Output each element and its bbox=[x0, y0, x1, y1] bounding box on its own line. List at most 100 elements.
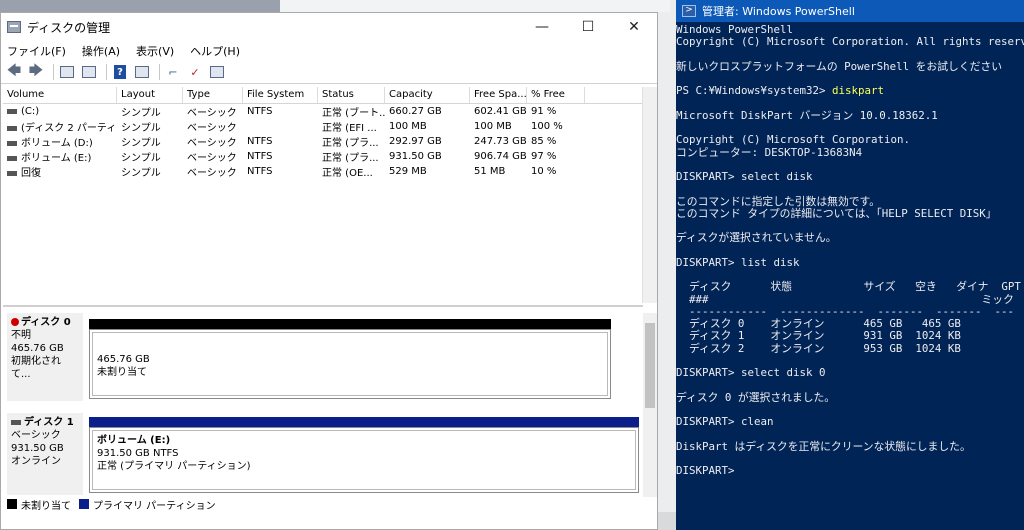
console-line: このコマンドに指定した引数は無効です。 bbox=[676, 194, 881, 208]
console-line: Copyright (C) Microsoft Corporation. bbox=[676, 133, 911, 147]
toolbar-separator bbox=[53, 64, 54, 80]
volume-row[interactable]: (ディスク 2 パーティシ... シンプル ベーシック 正常 (EFI ... … bbox=[3, 119, 643, 134]
volume-status: 正常 (プラ... bbox=[322, 153, 379, 164]
disk-1-partition-inner: ボリューム (E:) 931.50 GB NTFS 正常 (プライマリ パーティ… bbox=[92, 430, 636, 490]
checklist-icon[interactable]: ✓ bbox=[186, 64, 204, 80]
disk-0-partition[interactable]: 465.76 GB 未割り当て bbox=[89, 329, 611, 399]
menu-view[interactable]: 表示(V) bbox=[136, 43, 174, 59]
minimize-button[interactable]: — bbox=[519, 13, 565, 41]
toolbar-separator bbox=[159, 64, 160, 80]
column-free-space[interactable]: Free Spa... bbox=[470, 87, 527, 103]
volume-row[interactable]: 回復 シンプル ベーシック NTFS 正常 (OE... 529 MB 51 M… bbox=[3, 164, 643, 179]
volume-list-header: Volume Layout Type File System Status Ca… bbox=[3, 87, 643, 104]
forward-arrow-icon[interactable]: 🡆 bbox=[27, 63, 45, 80]
volume-layout: シンプル bbox=[121, 138, 161, 149]
console-tree-icon[interactable] bbox=[58, 64, 76, 80]
console-line: ディスク 状態 サイズ 空き ダイナ GPT bbox=[676, 280, 1021, 294]
console-line: DISKPART> select disk bbox=[676, 170, 813, 183]
volume-status: 正常 (ブート... bbox=[322, 108, 385, 119]
volume-type: ベーシック bbox=[187, 138, 237, 149]
menu-action[interactable]: 操作(A) bbox=[82, 43, 120, 59]
column-layout[interactable]: Layout bbox=[117, 87, 183, 103]
disk-0-partition-size: 465.76 GB bbox=[97, 354, 150, 365]
column-percent-free[interactable]: % Free bbox=[527, 87, 585, 103]
volume-row[interactable]: ボリューム (E:) シンプル ベーシック NTFS 正常 (プラ... 931… bbox=[3, 149, 643, 164]
volume-icon bbox=[7, 170, 17, 176]
legend-unallocated: 未割り当て bbox=[21, 500, 71, 512]
volume-layout: シンプル bbox=[121, 123, 161, 134]
console-line: このコマンド タイプの詳細については、「HELP SELECT DISK」 bbox=[676, 206, 997, 220]
volume-fs: NTFS bbox=[247, 151, 273, 162]
disk-1-state: オンライン bbox=[11, 456, 61, 467]
disk-1-partition-size: 931.50 GB NTFS bbox=[97, 448, 179, 459]
volume-capacity: 292.97 GB bbox=[389, 136, 442, 147]
disk-management-window: ディスクの管理 — ☐ ✕ ファイル(F) 操作(A) 表示(V) ヘルプ(H)… bbox=[0, 12, 658, 530]
volume-type: ベーシック bbox=[187, 168, 237, 179]
volume-capacity: 660.27 GB bbox=[389, 106, 442, 117]
console-line: 新しいクロスプラットフォームの PowerShell をお試しください bbox=[676, 59, 1003, 73]
powershell-title-bar: > 管理者: Windows PowerShell bbox=[676, 0, 1024, 22]
column-type[interactable]: Type bbox=[183, 87, 243, 103]
toolbar: 🡄 🡆 ? ⌐ ✓ bbox=[1, 61, 657, 84]
column-volume[interactable]: Volume bbox=[3, 87, 117, 103]
menu-file[interactable]: ファイル(F) bbox=[7, 43, 66, 59]
volume-type: ベーシック bbox=[187, 123, 237, 134]
back-arrow-icon[interactable]: 🡄 bbox=[5, 63, 23, 80]
scrollbar-thumb[interactable] bbox=[645, 323, 655, 408]
volume-list: Volume Layout Type File System Status Ca… bbox=[3, 87, 643, 179]
menu-bar: ファイル(F) 操作(A) 表示(V) ヘルプ(H) bbox=[1, 41, 657, 61]
console-line: DISKPART> select disk 0 bbox=[676, 366, 826, 379]
close-button[interactable]: ✕ bbox=[611, 13, 657, 41]
menu-help[interactable]: ヘルプ(H) bbox=[190, 43, 240, 59]
column-file-system[interactable]: File System bbox=[243, 87, 318, 103]
list-view-icon[interactable] bbox=[133, 64, 151, 80]
volume-status: 正常 (EFI ... bbox=[322, 123, 377, 134]
volume-percent: 85 % bbox=[531, 136, 557, 147]
console-prompt: PS C:¥Windows¥system32> bbox=[676, 84, 833, 98]
console-line: ディスクが選択されていません。 bbox=[676, 231, 837, 245]
volume-capacity: 529 MB bbox=[389, 166, 427, 177]
help-icon[interactable]: ? bbox=[111, 64, 129, 80]
volume-row[interactable]: (C:) シンプル ベーシック NTFS 正常 (ブート... 660.27 G… bbox=[3, 104, 643, 119]
volume-layout: シンプル bbox=[121, 108, 161, 119]
column-capacity[interactable]: Capacity bbox=[385, 87, 470, 103]
properties-icon[interactable] bbox=[80, 64, 98, 80]
disk-1-partition-status: 正常 (プライマリ パーティション) bbox=[97, 461, 251, 472]
disk-0-size: 465.76 GB bbox=[11, 343, 64, 354]
volume-layout: シンプル bbox=[121, 168, 161, 179]
primary-partition-color-bar bbox=[89, 417, 639, 427]
powershell-icon: > bbox=[682, 5, 696, 17]
volume-name: ボリューム (E:) bbox=[21, 153, 92, 164]
maximize-button[interactable]: ☐ bbox=[565, 13, 611, 41]
disk-map: ディスク 0 不明 465.76 GB 初期化されて... 465.76 GB … bbox=[3, 305, 643, 499]
column-status[interactable]: Status bbox=[318, 87, 385, 103]
volume-percent: 97 % bbox=[531, 151, 557, 162]
console-line: Microsoft DiskPart バージョン 10.0.18362.1 bbox=[676, 108, 938, 122]
background-window bbox=[0, 0, 280, 12]
title-bar: ディスクの管理 — ☐ ✕ bbox=[1, 13, 657, 41]
volume-row[interactable]: ボリューム (D:) シンプル ベーシック NTFS 正常 (プラ... 292… bbox=[3, 134, 643, 149]
disk-0-label[interactable]: ディスク 0 不明 465.76 GB 初期化されて... bbox=[7, 313, 83, 401]
volume-free: 602.41 GB bbox=[474, 106, 527, 117]
settings-panel-icon[interactable] bbox=[208, 64, 226, 80]
disk-1-type: ベーシック bbox=[11, 430, 61, 441]
volume-name: (C:) bbox=[21, 106, 40, 117]
volume-fs bbox=[243, 121, 318, 132]
console-line: ディスク 1 オンライン 931 GB 1024 KB bbox=[676, 329, 961, 343]
disk-1-label[interactable]: ディスク 1 ベーシック 931.50 GB オンライン bbox=[7, 413, 83, 495]
disk-management-app-icon bbox=[7, 21, 21, 33]
disk-error-icon bbox=[11, 318, 19, 326]
console-line: ディスク 2 オンライン 953 GB 1024 KB bbox=[676, 341, 961, 355]
powershell-console[interactable]: Windows PowerShell Copyright (C) Microsof… bbox=[676, 22, 1024, 477]
disk-map-scrollbar[interactable] bbox=[643, 313, 657, 497]
disk-icon bbox=[11, 419, 21, 425]
connect-disk-icon[interactable]: ⌐ bbox=[164, 64, 182, 80]
disk-1-size: 931.50 GB bbox=[11, 443, 64, 454]
primary-swatch bbox=[79, 499, 89, 509]
disk-0-state: 初期化されて... bbox=[11, 356, 61, 380]
console-line: ディスク 0 が選択されました。 bbox=[676, 390, 836, 404]
volume-list-scrollbar[interactable] bbox=[642, 87, 657, 303]
disk-0-partition-status: 未割り当て bbox=[97, 367, 147, 378]
disk-1-partition[interactable]: ボリューム (E:) 931.50 GB NTFS 正常 (プライマリ パーティ… bbox=[89, 427, 639, 493]
